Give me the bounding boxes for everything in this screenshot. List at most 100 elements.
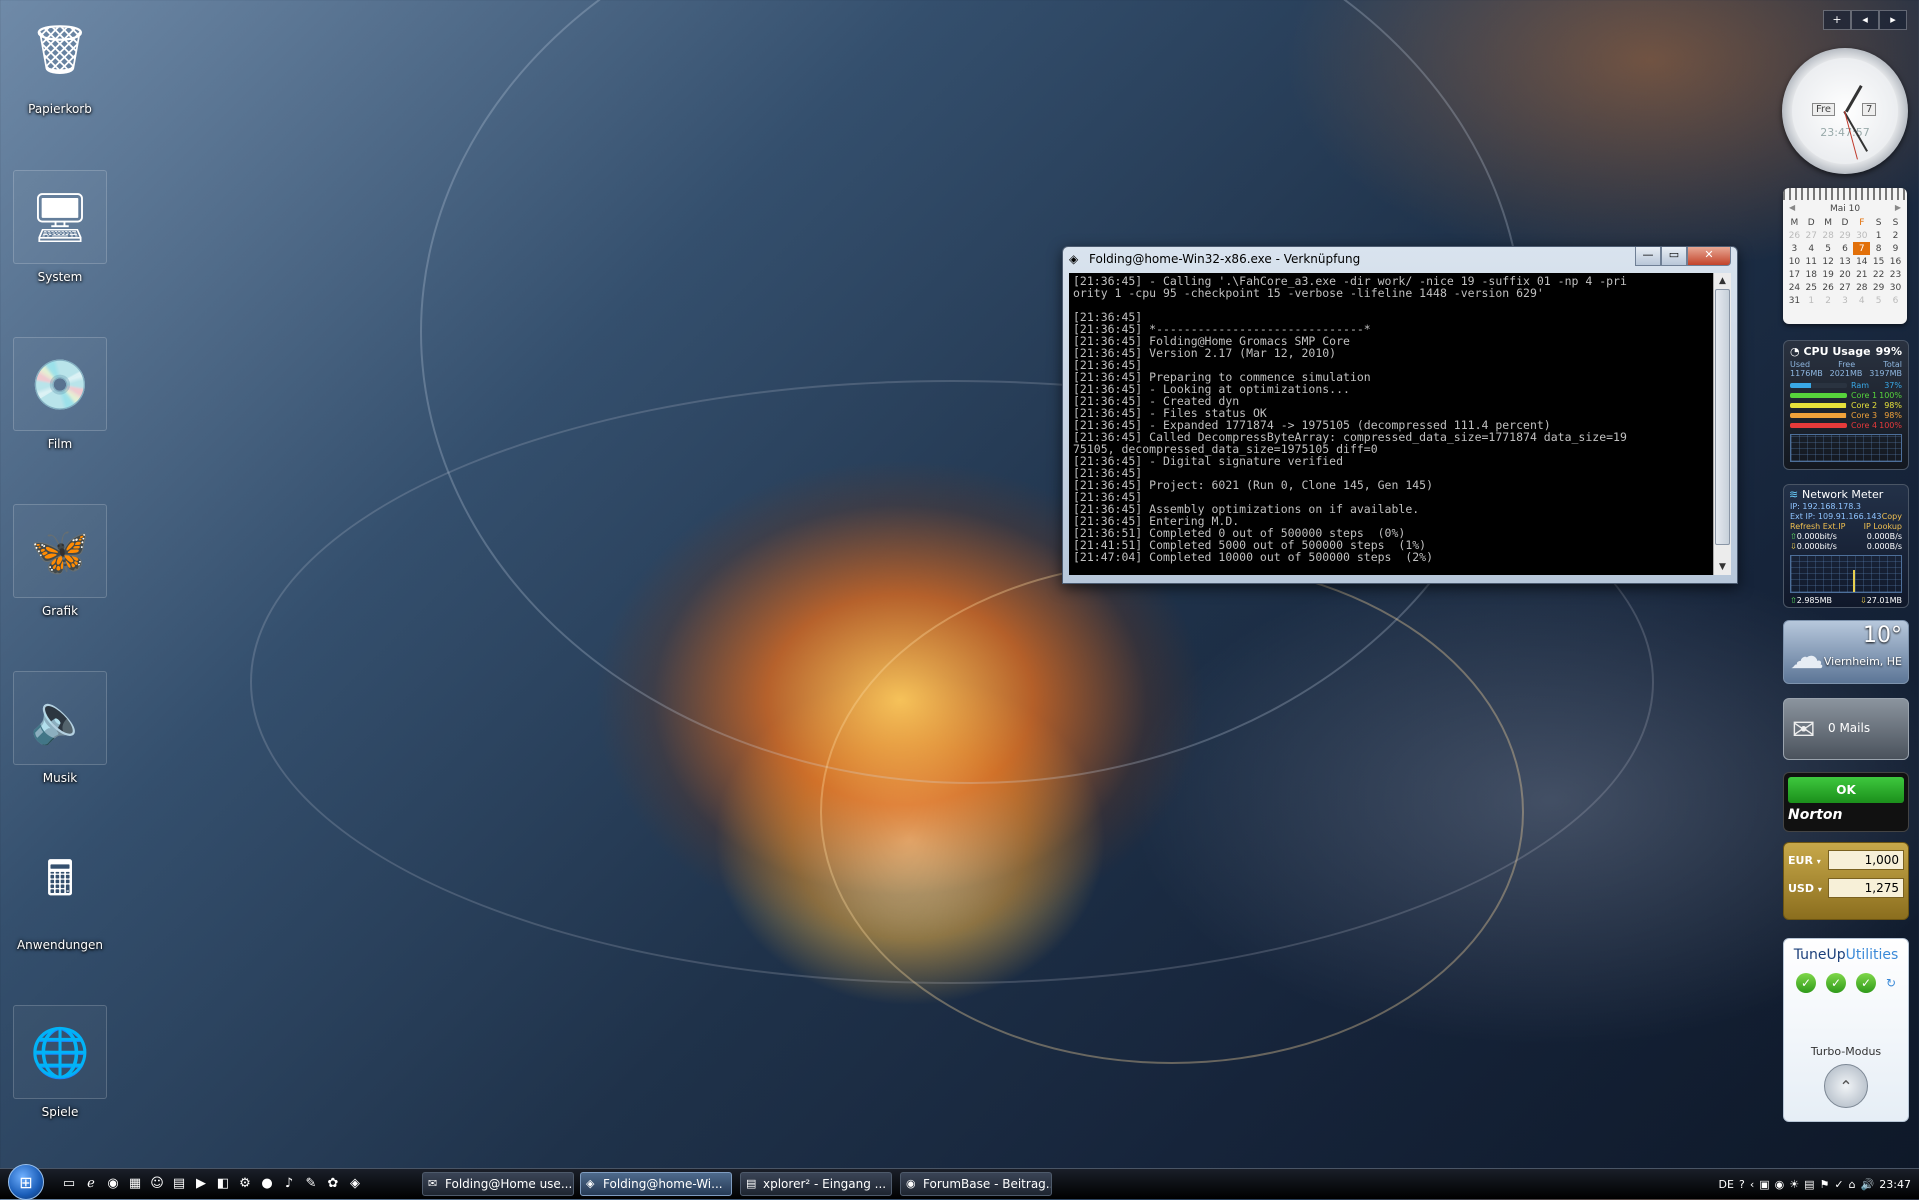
sidebar-prev-button[interactable]: ◂: [1851, 10, 1879, 30]
calendar-day[interactable]: 30: [1887, 281, 1904, 294]
calendar-day[interactable]: 24: [1786, 281, 1803, 294]
calendar-day[interactable]: 6: [1887, 294, 1904, 307]
tray-app-icon[interactable]: ▣: [1759, 1178, 1769, 1191]
desktop-icon-film[interactable]: 💿 Film: [10, 337, 110, 451]
calendar-day[interactable]: 1: [1870, 229, 1887, 242]
help-icon[interactable]: ?: [1739, 1178, 1745, 1191]
network-tray-icon[interactable]: ⌂: [1849, 1178, 1856, 1191]
currency-code[interactable]: EUR ▾: [1788, 854, 1828, 867]
tray-app-icon[interactable]: ◉: [1775, 1178, 1785, 1191]
calendar-day[interactable]: 8: [1870, 242, 1887, 255]
calendar-day[interactable]: 23: [1887, 268, 1904, 281]
tray-expand-icon[interactable]: ‹: [1750, 1178, 1754, 1191]
currency-value[interactable]: 1,000: [1828, 850, 1904, 870]
clock-time[interactable]: 23:47: [1879, 1178, 1911, 1191]
calendar-day[interactable]: 28: [1820, 229, 1837, 242]
norton-tray-icon[interactable]: ●: [258, 1175, 276, 1193]
calendar-day[interactable]: 1: [1803, 294, 1820, 307]
language-indicator[interactable]: DE: [1719, 1178, 1734, 1191]
ip-lookup-link[interactable]: IP Lookup: [1864, 522, 1902, 532]
internet-explorer-icon[interactable]: ℯ: [82, 1175, 100, 1193]
mail-gadget[interactable]: ✉ 0 Mails: [1783, 698, 1909, 760]
calendar-day[interactable]: 2: [1820, 294, 1837, 307]
calendar-prev-icon[interactable]: ◀: [1789, 203, 1795, 212]
add-gadget-button[interactable]: +: [1823, 10, 1851, 30]
show-desktop-icon[interactable]: ▭: [60, 1175, 78, 1193]
calendar-day[interactable]: 3: [1837, 294, 1854, 307]
scroll-up-arrow-icon[interactable]: ▲: [1714, 273, 1731, 289]
calendar-day[interactable]: 27: [1837, 281, 1854, 294]
app-icon[interactable]: ◈: [346, 1175, 364, 1193]
desktop-icon-grafik[interactable]: 🦋 Grafik: [10, 504, 110, 618]
norton-status[interactable]: OK: [1788, 777, 1904, 803]
calendar-day[interactable]: 27: [1803, 229, 1820, 242]
calendar-day[interactable]: 4: [1803, 242, 1820, 255]
clock-gadget[interactable]: Fre 7 23:47:57: [1782, 48, 1908, 174]
scrollbar-thumb[interactable]: [1715, 289, 1730, 545]
refresh-ext-ip-link[interactable]: Refresh Ext.IP: [1790, 522, 1845, 532]
desktop-icon-anwendungen[interactable]: 🖩 Anwendungen: [10, 838, 110, 953]
calendar-next-icon[interactable]: ▶: [1895, 203, 1901, 212]
console-scrollbar[interactable]: ▲ ▼: [1713, 273, 1731, 575]
calendar-day[interactable]: 7: [1853, 242, 1871, 255]
tray-app-icon[interactable]: ☀: [1789, 1178, 1799, 1191]
calendar-day[interactable]: 14: [1853, 255, 1870, 268]
messenger-icon[interactable]: ☺: [148, 1175, 166, 1193]
calendar-day[interactable]: 18: [1803, 268, 1820, 281]
minimize-button[interactable]: —: [1635, 247, 1661, 266]
network-meter-gadget[interactable]: ≋ Network Meter IP: 192.168.178.3 Ext IP…: [1783, 484, 1909, 608]
calendar-day[interactable]: 30: [1853, 229, 1870, 242]
norton-gadget[interactable]: OK Norton: [1783, 772, 1909, 832]
currency-code[interactable]: USD ▾: [1788, 882, 1828, 895]
calendar-day[interactable]: 26: [1820, 281, 1837, 294]
media-icon[interactable]: ▦: [126, 1175, 144, 1193]
folder-icon[interactable]: ▤: [170, 1175, 188, 1193]
calendar-day[interactable]: 31: [1786, 294, 1803, 307]
currency-gadget[interactable]: EUR ▾ 1,000 USD ▾ 1,275: [1783, 842, 1909, 920]
calendar-day[interactable]: 25: [1803, 281, 1820, 294]
refresh-icon[interactable]: ↻: [1886, 976, 1896, 990]
tray-app-icon[interactable]: ✓: [1834, 1178, 1843, 1191]
calendar-day[interactable]: 15: [1870, 255, 1887, 268]
taskbar-button[interactable]: ▤ xplorer² - Eingang ...: [740, 1172, 892, 1196]
calendar-gadget[interactable]: ◀ Mai 10 ▶ MDMDFSS 26 27 28 29 30 1 2 3 4 5 6 7 8 9 10…: [1783, 188, 1907, 324]
turbo-mode-button[interactable]: ⌃: [1824, 1064, 1868, 1108]
firefox-icon[interactable]: ◉: [104, 1175, 122, 1193]
network-tool-icon[interactable]: ⚙: [236, 1175, 254, 1193]
calendar-day[interactable]: 2: [1887, 229, 1904, 242]
desktop-icon-musik[interactable]: 🔈 Musik: [10, 671, 110, 785]
calendar-day[interactable]: 20: [1837, 268, 1854, 281]
calendar-day[interactable]: 29: [1870, 281, 1887, 294]
currency-value[interactable]: 1,275: [1828, 878, 1904, 898]
taskbar-button[interactable]: ◉ ForumBase - Beitrag...: [900, 1172, 1052, 1196]
taskbar-button[interactable]: ✉ Folding@Home use...: [422, 1172, 574, 1196]
tuneup-gadget[interactable]: TuneUpUtilities ✓ ✓ ✓ ↻ Turbo-Modus ⌃: [1783, 938, 1909, 1122]
calendar-day[interactable]: 4: [1853, 294, 1870, 307]
volume-tray-icon[interactable]: 🔊: [1861, 1178, 1875, 1191]
calendar-day[interactable]: 17: [1786, 268, 1803, 281]
sidebar-next-button[interactable]: ▸: [1879, 10, 1907, 30]
calendar-day[interactable]: 12: [1820, 255, 1837, 268]
calendar-day[interactable]: 5: [1870, 294, 1887, 307]
calendar-day[interactable]: 28: [1853, 281, 1870, 294]
weather-gadget[interactable]: ☁ 10° Viernheim, HE: [1783, 620, 1909, 684]
copy-ip-link[interactable]: Copy: [1882, 512, 1902, 522]
maximize-button[interactable]: ▭: [1661, 247, 1687, 266]
calendar-day[interactable]: 16: [1887, 255, 1904, 268]
tool-icon[interactable]: ✎: [302, 1175, 320, 1193]
calendar-day[interactable]: 5: [1820, 242, 1837, 255]
switch-windows-icon[interactable]: ◧: [214, 1175, 232, 1193]
calendar-day[interactable]: 9: [1887, 242, 1904, 255]
player-icon[interactable]: ▶: [192, 1175, 210, 1193]
calendar-day[interactable]: 26: [1786, 229, 1803, 242]
tray-app-icon[interactable]: ▤: [1804, 1178, 1814, 1191]
cpu-usage-gadget[interactable]: ◔ CPU Usage 99% Used Free Total 1176MB 2021…: [1783, 340, 1909, 470]
calendar-day[interactable]: 10: [1786, 255, 1803, 268]
calendar-day[interactable]: 22: [1870, 268, 1887, 281]
desktop-icon-system[interactable]: 🖥 System: [10, 170, 110, 284]
tray-app-icon[interactable]: ⚑: [1820, 1178, 1830, 1191]
calendar-day[interactable]: 13: [1837, 255, 1854, 268]
calendar-day[interactable]: 21: [1853, 268, 1870, 281]
close-button[interactable]: ✕: [1687, 247, 1731, 266]
volume-icon[interactable]: ♪: [280, 1175, 298, 1193]
